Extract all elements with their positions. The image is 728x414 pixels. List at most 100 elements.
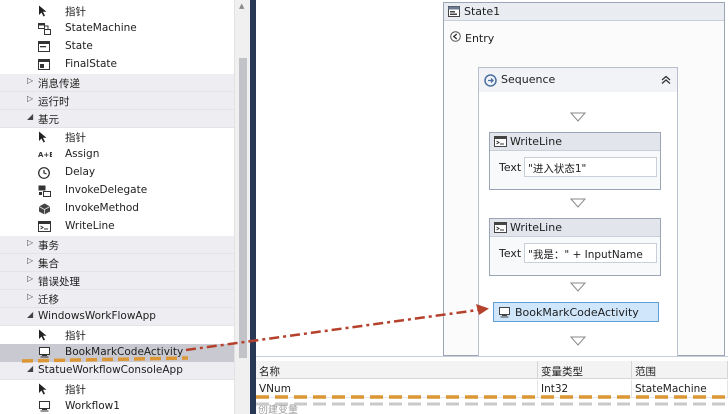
- svg-text:A+B: A+B: [38, 151, 52, 159]
- toolbox-category[interactable]: ▷ 错误处理: [0, 272, 234, 290]
- variables-panel: 名称 变量类型 范围 VNum Int32 StateMachine 创建变量: [256, 356, 728, 414]
- writeline-title: WriteLine: [510, 221, 562, 234]
- collapse-arrow-icon[interactable]: ◢: [27, 310, 33, 319]
- toolbox-category[interactable]: ▷ 迁移: [0, 290, 234, 308]
- state-activity[interactable]: State1 Entry Sequence WriteLine Text "进入…: [443, 2, 725, 357]
- writeline-icon: [494, 222, 507, 233]
- sequence-title: Sequence: [501, 73, 556, 86]
- expand-arrow-icon[interactable]: ▷: [27, 256, 33, 265]
- toolbox-item-label: InvokeDelegate: [65, 184, 148, 196]
- toolbox-item[interactable]: FinalState: [0, 56, 234, 74]
- toolbox-item[interactable]: 指针: [0, 2, 234, 20]
- toolbox-category[interactable]: ◢ 基元: [0, 110, 234, 128]
- toolbox-category-label: 迁移: [38, 294, 59, 306]
- toolbox-item[interactable]: InvokeMethod: [0, 200, 234, 218]
- column-header-scope[interactable]: 范围: [632, 361, 728, 379]
- toolbox-item[interactable]: 指针: [0, 128, 234, 146]
- toolbox-item[interactable]: StateMachine: [0, 20, 234, 38]
- toolbox-item-label: 指针: [65, 6, 86, 18]
- bookmark-activity[interactable]: BookMarkCodeActivity: [493, 302, 659, 322]
- text-label: Text: [499, 247, 522, 260]
- toolbox-category[interactable]: ◢ WindowsWorkFlowApp: [0, 308, 234, 326]
- sequence-header[interactable]: Sequence: [479, 68, 677, 92]
- column-header-name[interactable]: 名称: [256, 361, 538, 379]
- variable-scope-cell[interactable]: StateMachine: [632, 380, 728, 398]
- toolbox-item[interactable]: 指针: [0, 326, 234, 344]
- drop-target-arrow-icon[interactable]: [570, 198, 586, 208]
- entry-collapse-icon[interactable]: [450, 31, 461, 45]
- expand-arrow-icon[interactable]: ▷: [27, 238, 33, 247]
- sequence-activity[interactable]: Sequence WriteLine Text "进入状态1" WriteLin…: [478, 67, 678, 357]
- expand-arrow-icon[interactable]: ▷: [27, 292, 33, 301]
- toolbox-item[interactable]: WriteLine: [0, 218, 234, 236]
- toolbox-category-label: WindowsWorkFlowApp: [38, 310, 156, 322]
- toolbox-scrollbar[interactable]: ▲: [234, 0, 250, 414]
- expand-arrow-icon[interactable]: ▷: [27, 274, 33, 283]
- toolbox-category[interactable]: ▷ 事务: [0, 236, 234, 254]
- toolbox-category[interactable]: ◢ StatueWorkflowConsoleApp: [0, 362, 234, 380]
- writeline-text-input[interactable]: "进入状态1": [524, 157, 657, 177]
- workflow-designer-canvas: State1 Entry Sequence WriteLine Text "进入…: [256, 0, 728, 357]
- variable-type-cell[interactable]: Int32: [538, 380, 632, 398]
- toolbox-item[interactable]: BookMarkCodeActivity: [0, 344, 234, 362]
- text-label: Text: [499, 161, 522, 174]
- state-icon: [38, 41, 51, 53]
- drop-target-arrow-icon[interactable]: [570, 282, 586, 292]
- writeline-text-input[interactable]: "我是：" + InputName: [524, 243, 657, 263]
- invoke-method-icon: [38, 203, 51, 215]
- entry-section[interactable]: Entry: [450, 31, 494, 45]
- collapse-icon[interactable]: [659, 73, 673, 87]
- toolbox-category[interactable]: ▷ 集合: [0, 254, 234, 272]
- toolbox-category-label: 基元: [38, 114, 59, 126]
- scroll-up-icon[interactable]: ▲: [239, 2, 244, 10]
- toolbox-item-label: FinalState: [65, 58, 117, 70]
- writeline-header[interactable]: WriteLine: [490, 133, 660, 151]
- writeline-icon: [494, 136, 507, 147]
- toolbox-category-label: 事务: [38, 240, 59, 252]
- invoke-delegate-icon: [38, 185, 51, 197]
- toolbox-item[interactable]: State: [0, 38, 234, 56]
- pointer-icon: [38, 383, 51, 395]
- bookmark-activity-label: BookMarkCodeActivity: [515, 306, 639, 319]
- state-header[interactable]: State1: [444, 3, 724, 21]
- toolbox-item-label: 指针: [65, 132, 86, 144]
- toolbox-item-label: WriteLine: [65, 220, 115, 232]
- column-header-type[interactable]: 变量类型: [538, 361, 632, 379]
- toolbox-category-label: 集合: [38, 258, 59, 270]
- collapse-arrow-icon[interactable]: ◢: [27, 364, 33, 373]
- drop-target-arrow-icon[interactable]: [570, 336, 586, 346]
- toolbox-item-label: StateMachine: [65, 22, 137, 34]
- toolbox-item[interactable]: InvokeDelegate: [0, 182, 234, 200]
- activity-icon: [498, 307, 511, 318]
- drop-target-arrow-icon[interactable]: [570, 112, 586, 122]
- toolbox-category[interactable]: ▷ 消息传递: [0, 74, 234, 92]
- pointer-icon: [38, 329, 51, 341]
- toolbox-category-label: 错误处理: [38, 276, 80, 288]
- toolbox-item[interactable]: Delay: [0, 164, 234, 182]
- writeline-title: WriteLine: [510, 135, 562, 148]
- toolbox-item[interactable]: A+B Assign: [0, 146, 234, 164]
- toolbox-item-label: BookMarkCodeActivity: [65, 346, 184, 358]
- variable-name-cell[interactable]: VNum: [256, 380, 538, 398]
- toolbox-item-label: 指针: [65, 330, 86, 342]
- toolbox-category-label: 运行时: [38, 96, 70, 108]
- toolbox-item[interactable]: Workflow1: [0, 398, 234, 414]
- state-machine-icon: [38, 23, 51, 35]
- create-variable-link[interactable]: 创建变量: [258, 401, 298, 414]
- scrollbar-thumb[interactable]: [239, 58, 247, 358]
- toolbox-category-label: StatueWorkflowConsoleApp: [38, 364, 183, 376]
- writeline-icon: [38, 221, 51, 233]
- toolbox-item-label: State: [65, 40, 93, 52]
- toolbox-item[interactable]: 指针: [0, 380, 234, 398]
- collapse-arrow-icon[interactable]: ◢: [27, 112, 33, 121]
- writeline-activity-1[interactable]: WriteLine Text "进入状态1": [489, 132, 661, 190]
- activity-icon: [38, 401, 51, 413]
- toolbox-category[interactable]: ▷ 运行时: [0, 92, 234, 110]
- writeline-activity-2[interactable]: WriteLine Text "我是：" + InputName: [489, 218, 661, 276]
- pointer-icon: [38, 131, 51, 143]
- expand-arrow-icon[interactable]: ▷: [27, 76, 33, 85]
- clock-icon: [38, 167, 51, 179]
- expand-arrow-icon[interactable]: ▷: [27, 94, 33, 103]
- toolbox-item-label: Delay: [65, 166, 96, 178]
- writeline-header[interactable]: WriteLine: [490, 219, 660, 237]
